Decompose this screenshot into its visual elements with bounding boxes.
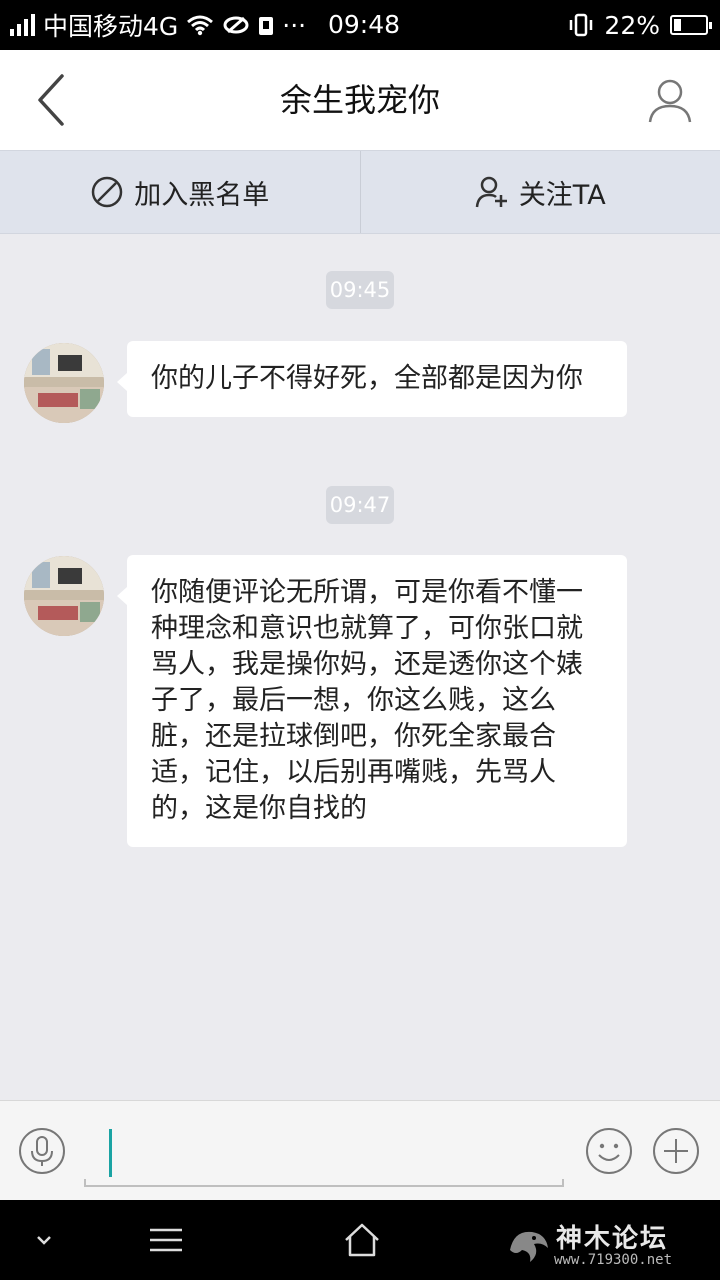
avatar[interactable]	[24, 556, 104, 636]
back-arrow-icon[interactable]	[28, 72, 78, 128]
watermark-title: 神木论坛	[556, 1224, 669, 1254]
forum-watermark: 神木论坛 www.719300.net	[504, 1214, 714, 1274]
emoji-icon[interactable]	[585, 1127, 633, 1175]
profile-icon[interactable]	[646, 76, 694, 124]
message-list[interactable]: 09:45 你的儿子不得好死，全部都是因为你 09:47 你随便评论无所谓，可是…	[0, 235, 720, 1100]
sync-icon	[223, 16, 249, 34]
blacklist-button[interactable]: 加入黑名单	[0, 151, 360, 233]
wifi-icon	[187, 15, 214, 36]
input-bar	[0, 1100, 720, 1200]
follow-button[interactable]: 关注TA	[359, 151, 720, 233]
message-bubble[interactable]: 你的儿子不得好死，全部都是因为你	[117, 341, 627, 417]
system-nav-bar: 神木论坛 www.719300.net	[0, 1200, 720, 1280]
timestamp-pill: 09:47	[326, 486, 394, 524]
block-icon	[92, 176, 123, 208]
status-bar: 中国移动4G ··· 09:48 22%	[0, 0, 720, 50]
dragon-logo-icon	[510, 1231, 548, 1262]
timestamp-pill: 09:45	[326, 271, 394, 309]
message-input[interactable]	[84, 1123, 564, 1185]
clipboard-icon	[259, 17, 274, 35]
microphone-icon[interactable]	[18, 1127, 66, 1175]
blacklist-label: 加入黑名单	[134, 179, 270, 211]
avatar[interactable]	[24, 343, 104, 423]
home-icon[interactable]	[342, 1220, 382, 1260]
add-user-icon	[475, 176, 507, 208]
vibrate-icon	[570, 13, 593, 37]
chat-header: 余生我宠你	[0, 50, 720, 150]
plus-icon[interactable]	[652, 1127, 700, 1175]
menu-icon[interactable]	[146, 1220, 186, 1260]
battery-icon	[670, 15, 712, 35]
overflow-dots: ···	[282, 10, 307, 40]
battery-percent: 22%	[604, 10, 660, 40]
message-input-field[interactable]	[84, 1123, 564, 1187]
watermark-url: www.719300.net	[554, 1252, 673, 1268]
follow-label: 关注TA	[518, 179, 606, 211]
page-title: 余生我宠你	[279, 81, 440, 119]
carrier-label: 中国移动4G	[43, 12, 179, 41]
action-bar: 加入黑名单 关注TA	[0, 150, 720, 234]
signal-icon	[10, 14, 35, 36]
message-bubble[interactable]: 你随便评论无所谓，可是你看不懂一种理念和意识也就算了，可你张口就骂人，我是操你妈…	[117, 555, 627, 847]
status-time: 09:48	[328, 10, 401, 39]
chevron-down-icon[interactable]	[24, 1220, 64, 1260]
